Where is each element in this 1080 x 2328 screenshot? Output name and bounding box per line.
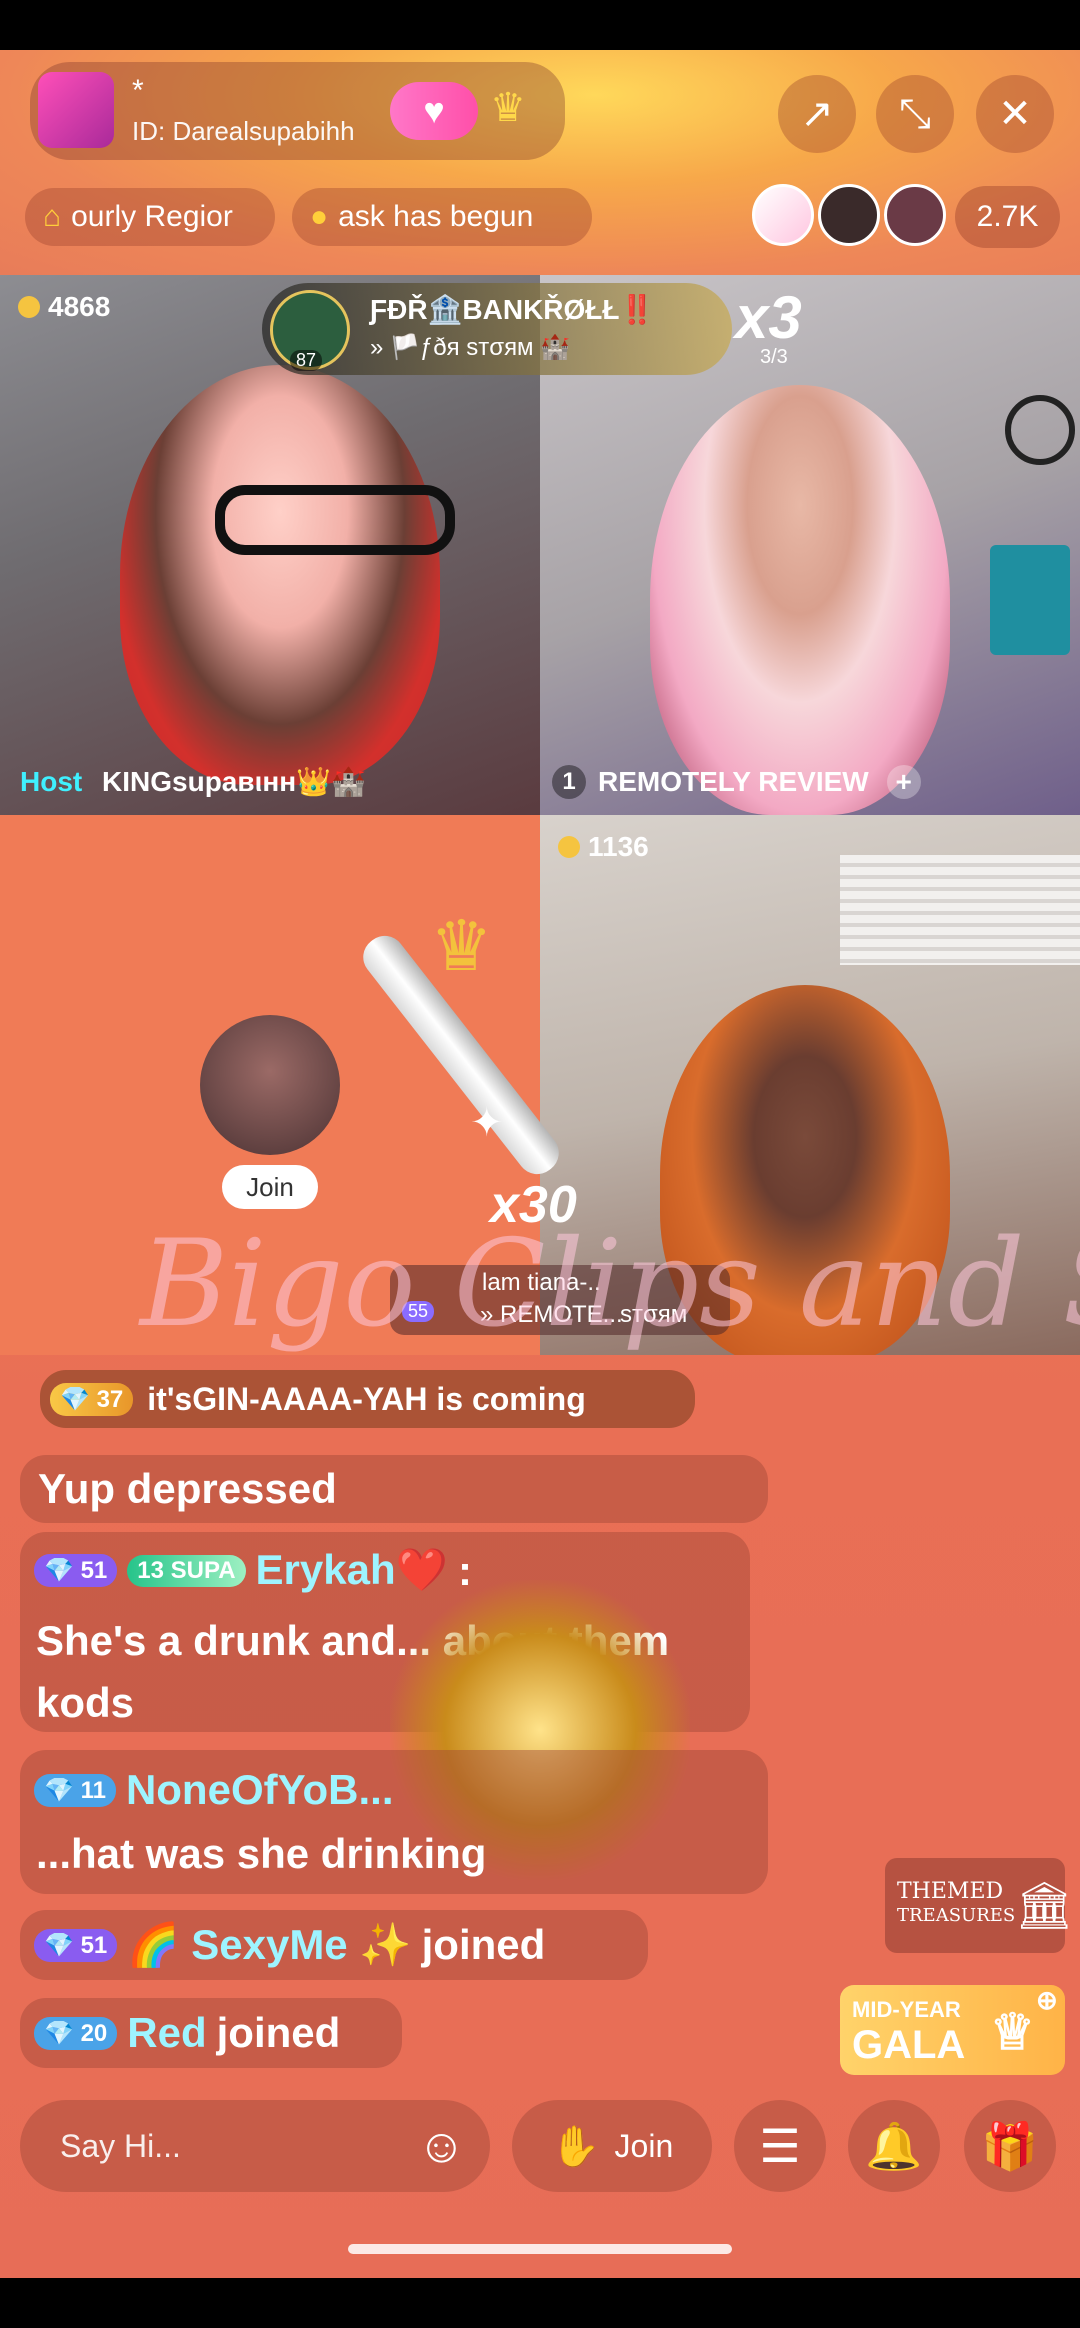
gala-line-2: GALA [852, 2023, 966, 2067]
minimize-button[interactable]: ⤡ [876, 75, 954, 153]
clips-watermark: Bigo Clips and Sip [140, 1215, 1080, 1354]
home-indicator[interactable] [348, 2244, 732, 2254]
host-id: ID: Darealsupabihh [132, 116, 355, 146]
banner-multiplier-sub: 3/3 [760, 346, 788, 368]
coin-icon [18, 296, 40, 318]
say-hi-input[interactable]: Say Hi... ☺ [20, 2100, 490, 2192]
chat-username[interactable]: 🌈 SexyMe ✨ [127, 1921, 411, 1970]
chat-text: it'sGIN-AAAA-YAH is coming [147, 1380, 586, 1417]
themed-line-2: TREASURES [897, 1905, 1016, 1926]
coin-stack-icon: ● [310, 200, 329, 233]
share-icon: ↗ [800, 92, 834, 136]
guest-2-coin-count: 1136 [558, 831, 649, 863]
close-button[interactable]: ✕ [976, 75, 1054, 153]
menu-icon: ☰ [759, 2120, 801, 2172]
host-tile-name: KINGsupaвιнн👑🏰 [102, 766, 366, 797]
chat-suffix: joined [421, 1921, 546, 1968]
chat-level-badge: 💎 51 [34, 1928, 118, 1962]
banner-multiplier: x3 [735, 284, 802, 351]
host-tag: Host [20, 766, 83, 797]
chat-level-badge: 💎 20 [34, 2016, 118, 2050]
chat-level-badge: 💎 11 [34, 1773, 116, 1807]
chat-message: Yup depressed [20, 1455, 768, 1523]
chat-username[interactable]: Red [127, 2009, 206, 2057]
chat-level-badge: 💎 51 [34, 1554, 118, 1587]
task-label: ask has begun [338, 200, 534, 233]
themed-line-1: THEMED [897, 1879, 1004, 1904]
seat-number: 1 [552, 765, 586, 799]
bell-gift-button[interactable]: 🔔 [848, 2100, 940, 2192]
window-blinds-shape [840, 855, 1080, 965]
chat-username[interactable]: NoneOfYoB... [126, 1766, 394, 1814]
join-label: Join [614, 2127, 674, 2164]
bell-icon: 🔔 [865, 2119, 923, 2172]
hourly-region-label: ourly Regior [71, 200, 233, 233]
join-seat-button[interactable]: Join [222, 1165, 318, 1209]
chat-join-message: 💎 51 🌈 SexyMe ✨ joined [20, 1910, 648, 1980]
hourly-region-chip[interactable]: ⌂ ourly Regior [25, 188, 275, 246]
chat-message: 💎 11 NoneOfYoB... ...hat was she drinkin… [20, 1750, 768, 1894]
pillar-icon: 🏛 [1015, 1878, 1074, 1932]
glasses-shape [215, 485, 455, 555]
bottom-edge [0, 2278, 1080, 2328]
sparkle-icon: ✦ [470, 1101, 504, 1145]
guest-1-video-figure [650, 385, 950, 815]
gala-line-1: MID-YEAR [852, 1997, 961, 2022]
host-video-figure [120, 365, 440, 785]
live-room-screen: * ID: Darealsupabihh ♥ ♛ ↗ ⤡ ✕ ⌂ ourly R… [0, 0, 1080, 2328]
guest-1-name: REMOTELY REVIEW [598, 766, 869, 797]
task-chip[interactable]: ● ask has begun [292, 188, 592, 246]
chat-level-badge: 💎 37 [50, 1382, 134, 1416]
banner-avatar-level: 87 [290, 350, 323, 371]
plus-icon: ⊕ [1036, 1985, 1058, 2015]
chat-text: ...hat was she drinking [36, 1830, 487, 1877]
empty-seat-avatar[interactable] [200, 1015, 340, 1155]
heart-plus-icon: ♥ [423, 90, 445, 131]
supa-tag: 13 SUPA [127, 1554, 246, 1587]
emoji-icon[interactable]: ☺ [417, 2119, 466, 2174]
chat-entry-coming: 💎 37 it'sGIN-AAAA-YAH is coming [40, 1370, 695, 1428]
tiara-icon: ♕ [990, 2004, 1035, 2060]
say-hi-placeholder: Say Hi... [60, 2127, 181, 2164]
raise-hand-icon: ✋ [550, 2124, 601, 2169]
chat-suffix: joined [216, 2009, 341, 2056]
gift-box-icon: 🎁 [981, 2119, 1039, 2172]
close-icon: ✕ [998, 92, 1032, 136]
host-avatar[interactable] [38, 72, 114, 148]
mid-year-gala-badge[interactable]: MID-YEAR GALA ♕ ⊕ [840, 1985, 1065, 2075]
host-coin-count: 4868 [18, 291, 110, 323]
host-tile-label: Host KINGsupaвιнн👑🏰 [20, 765, 366, 798]
chat-text: Yup depressed [38, 1465, 337, 1512]
minimize-icon: ⤡ [899, 91, 931, 136]
viewer-avatar-3[interactable] [884, 184, 946, 246]
crown-plus-icon: ♛ [490, 86, 526, 130]
coffee-machine-shape [990, 545, 1070, 655]
viewer-avatar-2[interactable] [818, 184, 880, 246]
home-icon: ⌂ [43, 200, 62, 233]
guest-1-tile-label: 1 REMOTELY REVIEW + [552, 765, 921, 799]
join-request-button[interactable]: ✋ Join [512, 2100, 712, 2192]
wall-clock-shape [1005, 395, 1075, 465]
vip-crown-button[interactable]: ♛ [490, 85, 526, 131]
chat-join-message: 💎 20 Red joined [20, 1998, 402, 2068]
themed-treasures-badge[interactable]: THEMED TREASURES 🏛 [885, 1858, 1073, 1953]
banner-subtitle: » 🏳️ƒðя sтσям 🏰 [370, 334, 571, 361]
follow-heart-button[interactable]: ♥ [390, 82, 478, 140]
viewer-avatar-1[interactable] [752, 184, 814, 246]
banner-title: ƑÐŘ🏦BANKŘØŁŁ‼️ [370, 294, 655, 325]
gift-button[interactable]: 🎁 [964, 2100, 1056, 2192]
viewer-count[interactable]: 2.7K [955, 186, 1060, 248]
coin-icon [558, 836, 580, 858]
crown-icon: ♛ [430, 907, 493, 985]
menu-button[interactable]: ☰ [734, 2100, 826, 2192]
host-name: * [132, 74, 144, 107]
share-button[interactable]: ↗ [778, 75, 856, 153]
follow-plus-icon[interactable]: + [886, 765, 921, 799]
status-bar [0, 0, 1080, 50]
